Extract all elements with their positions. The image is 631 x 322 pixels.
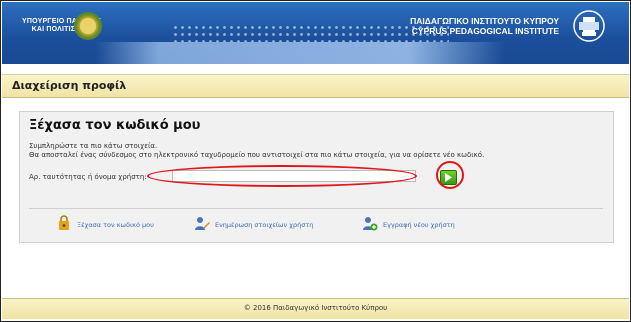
- site-header: ΥΠΟΥΡΓΕΙΟ ΠΑΙΔΕΙΑΣ ΚΑΙ ΠΟΛΙΤΙΣΜΟΥ ΠΑΙΔΑΓ…: [2, 2, 629, 64]
- forgot-password-link-label: Ξέχασα τον κωδικό μου: [77, 221, 154, 229]
- register-new-user-link-label: Εγγραφή νέου χρήστη: [383, 221, 455, 229]
- page-frame: ΥΠΟΥΡΓΕΙΟ ΠΑΙΔΕΙΑΣ ΚΑΙ ΠΟΛΙΤΙΣΜΟΥ ΠΑΙΔΑΓ…: [0, 0, 631, 322]
- site-footer: © 2016 Παιδαγωγικό Ινστιτούτο Κύπρου: [2, 298, 629, 319]
- institute-name-line1: ΠΑΙΔΑΓΩΓΙΚΟ ΙΝΣΤΙΤΟΥΤΟ ΚΥΠΡΟΥ: [410, 16, 559, 26]
- panel-heading: Ξέχασα τον κωδικό μου: [29, 118, 201, 133]
- annotation-circle: [436, 161, 464, 189]
- update-user-info-link-label: Ενημέρωση στοιχείων χρήστη: [215, 221, 314, 229]
- institute-name[interactable]: ΠΑΙΔΑΓΩΓΙΚΟ ΙΝΣΤΙΤΟΥΤΟ ΚΥΠΡΟΥ CYPRUS PED…: [410, 16, 559, 36]
- header-pattern: [172, 24, 449, 42]
- instruction-line1: Συμπληρώστε τα πιο κάτω στοιχεία.: [29, 142, 158, 150]
- instruction-line2: Θα αποσταλεί ένας σύνδεσμος στο ηλεκτρον…: [29, 151, 485, 159]
- copyright-text: © 2016 Παιδαγωγικό Ινστιτούτο Κύπρου: [243, 304, 388, 312]
- page-title-bar: Διαχείριση προφίλ: [2, 75, 629, 98]
- id-or-username-label: Αρ. ταυτότητας ή όνομα χρήστη:: [29, 173, 147, 181]
- header-spacer: [2, 64, 629, 75]
- institute-name-line2: CYPRUS PEDAGOGICAL INSTITUTE: [411, 26, 559, 36]
- cyprus-emblem-icon: [74, 12, 102, 40]
- instructions: Συμπληρώστε τα πιο κάτω στοιχεία. Θα απο…: [29, 142, 484, 160]
- lock-icon: [59, 215, 69, 230]
- user-edit-icon: [195, 217, 210, 230]
- page-title: Διαχείριση προφίλ: [12, 79, 127, 92]
- divider: [29, 208, 603, 209]
- annotation-oval: [147, 165, 417, 187]
- institute-logo-icon: [573, 10, 605, 42]
- header-stripe: [2, 42, 629, 64]
- user-add-icon: [363, 217, 378, 231]
